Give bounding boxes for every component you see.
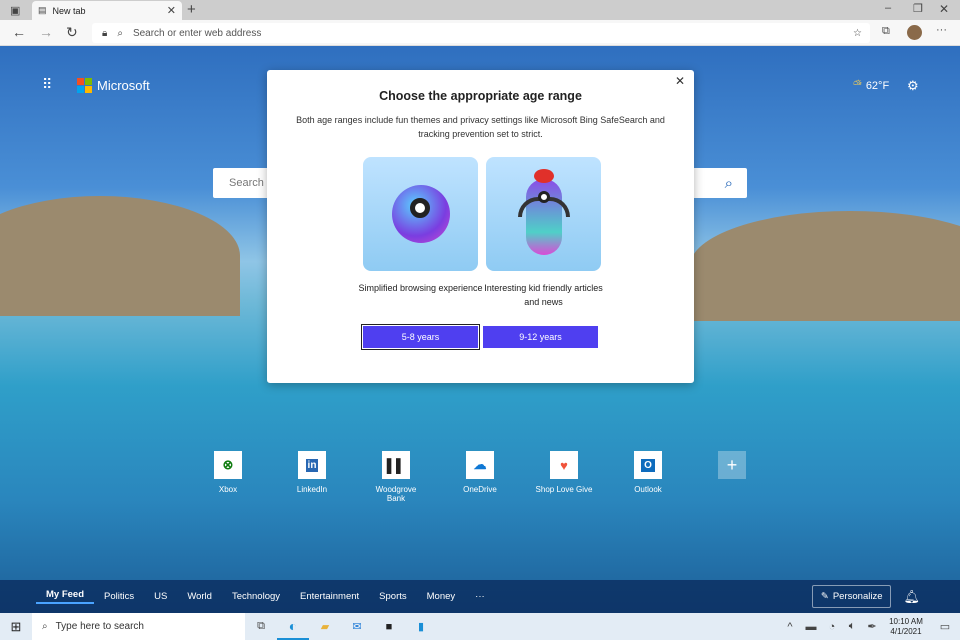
file-explorer-icon[interactable]: ▰ (309, 620, 341, 633)
search-icon: ⌕ (42, 621, 48, 632)
refresh-icon[interactable]: ↻ (66, 24, 78, 41)
heart-icon: ♥ (550, 451, 578, 479)
hill-right (690, 211, 960, 321)
search-icon: ⌕ (117, 27, 123, 39)
feed-tab-entertainment[interactable]: Entertainment (290, 591, 369, 602)
age-9-12-illustration[interactable] (486, 157, 601, 271)
more-icon[interactable]: ··· (936, 24, 947, 36)
outlook-icon: O (634, 451, 662, 479)
battery-icon[interactable]: ▬ (800, 621, 822, 633)
apps-grid-icon[interactable]: ⠿ (42, 76, 52, 93)
quick-link-shop-love-give[interactable]: ♥ Shop Love Give (534, 451, 594, 494)
show-hidden-icons[interactable]: ^ (780, 621, 800, 633)
collections-icon[interactable]: ⧉ (882, 25, 890, 38)
network-icon[interactable]: ◔ (822, 621, 842, 633)
quick-link-label: Woodgrove Bank (375, 485, 417, 503)
personalize-label: Personalize (832, 591, 883, 602)
close-tab-icon[interactable]: ✕ (167, 4, 176, 17)
dialog-title: Choose the appropriate age range (379, 89, 582, 103)
close-window-icon[interactable]: ✕ (939, 2, 949, 16)
clock-time: 10:10 AM (889, 616, 923, 626)
edge-icon[interactable]: ◐ (277, 613, 309, 640)
volume-icon[interactable]: 🔈︎ (842, 620, 862, 633)
add-quick-link-button[interactable]: + (702, 451, 762, 485)
taskbar: ⊞ ⌕ Type here to search ⧉ ◐ ▰ ✉ ■ ▮ ^ ▬ … (0, 613, 960, 640)
new-tab-icon[interactable]: + (187, 1, 196, 18)
feed-nav: My Feed Politics US World Technology Ent… (0, 580, 960, 613)
minimize-icon[interactable]: – (885, 2, 891, 14)
option-caption: Interesting kid friendly articles and ne… (484, 283, 603, 307)
clock-date: 4/1/2021 (890, 626, 922, 636)
quick-link-label: OneDrive (463, 485, 497, 494)
favorite-star-icon[interactable]: ☆ (853, 28, 862, 39)
age-range-dialog: ✕ Choose the appropriate age range Both … (267, 70, 694, 383)
partly-sunny-icon: ⛅︎ (853, 79, 862, 91)
feed-tab-my-feed[interactable]: My Feed (36, 589, 95, 604)
search-icon[interactable]: ⌕ (725, 175, 733, 192)
microsoft-logo[interactable]: Microsoft (77, 78, 150, 93)
feed-tab-world[interactable]: World (177, 591, 222, 602)
quick-link-xbox[interactable]: ⊗ Xbox (198, 451, 258, 494)
feed-tab-sports[interactable]: Sports (369, 591, 416, 602)
avatar[interactable] (907, 25, 922, 40)
tab-new-tab[interactable]: ▤ New tab ✕ (32, 1, 182, 20)
linkedin-icon: in (298, 451, 326, 479)
notifications-bell-icon[interactable]: 🔔︎ (903, 589, 920, 605)
microsoft-logo-icon (77, 78, 92, 93)
option-caption: Simplified browsing experience (358, 283, 483, 293)
tab-bar: ▣ ▤ New tab ✕ + – ❐ ✕ (0, 0, 960, 20)
store-icon[interactable]: ■ (373, 621, 405, 633)
clock[interactable]: 10:10 AM 4/1/2021 (882, 617, 930, 637)
age-5-8-button[interactable]: 5-8 years (361, 324, 480, 350)
plus-icon: + (718, 451, 746, 479)
hill-left (0, 196, 240, 316)
personalize-button[interactable]: ✎ Personalize (811, 585, 892, 608)
forward-icon[interactable]: → (39, 24, 53, 40)
quick-link-outlook[interactable]: O Outlook (618, 451, 678, 494)
quick-link-label: Xbox (218, 485, 238, 494)
dialog-description: Both age ranges include fun themes and p… (296, 115, 665, 139)
pen-icon[interactable]: ✒ (862, 620, 882, 633)
restore-icon[interactable]: ❐ (913, 2, 923, 15)
pencil-icon: ✎ (820, 591, 829, 602)
windows-start-icon[interactable]: ⊞ (0, 619, 32, 635)
settings-gear-icon[interactable]: ⚙ (907, 78, 919, 94)
feed-tab-technology[interactable]: Technology (222, 591, 290, 602)
feed-tab-politics[interactable]: Politics (94, 591, 144, 602)
quick-link-label: Shop Love Give (535, 485, 593, 494)
lock-icon: 🔒︎ (102, 27, 108, 39)
age-5-8-illustration[interactable] (363, 157, 478, 271)
task-view-icon[interactable]: ⧉ (245, 620, 277, 633)
quick-link-woodgrove-bank[interactable]: ▌▌ Woodgrove Bank (366, 451, 426, 503)
taskbar-search-input[interactable]: Type here to search (56, 621, 144, 632)
character-headphones-icon (518, 169, 570, 255)
xbox-icon: ⊗ (214, 451, 242, 479)
quick-link-label: LinkedIn (296, 485, 328, 494)
weather-temp: 62°F (865, 79, 890, 92)
feed-tab-money[interactable]: Money (417, 591, 466, 602)
age-9-12-button[interactable]: 9-12 years (483, 326, 598, 348)
mail-icon[interactable]: ✉ (341, 620, 373, 633)
address-bar[interactable]: 🔒︎ ⌕ Search or enter web address ☆ (92, 23, 870, 43)
feed-tab-us[interactable]: US (144, 591, 177, 602)
toolbar: ← → ↻ 🔒︎ ⌕ Search or enter web address ☆… (0, 20, 960, 46)
onedrive-cloud-icon: ☁ (466, 451, 494, 479)
back-icon[interactable]: ← (12, 24, 26, 40)
address-input[interactable]: Search or enter web address (133, 28, 261, 39)
quick-link-onedrive[interactable]: ☁ OneDrive (450, 451, 510, 494)
action-center-icon[interactable]: ▭ (930, 620, 960, 633)
quick-link-linkedin[interactable]: in LinkedIn (282, 451, 342, 494)
tab-title: New tab (52, 5, 86, 16)
close-dialog-icon[interactable]: ✕ (675, 74, 685, 88)
brand-text: Microsoft (97, 78, 150, 93)
weather-widget[interactable]: ⛅︎ 62°F (853, 79, 889, 92)
feed-more-button[interactable]: ··· (465, 591, 495, 602)
quick-link-label: Outlook (634, 485, 662, 494)
character-ball-icon (392, 185, 450, 243)
page-icon: ▤ (38, 5, 47, 15)
phone-icon[interactable]: ▮ (405, 620, 437, 633)
tab-actions-icon[interactable]: ▣ (10, 4, 20, 17)
taskbar-search[interactable]: ⌕ Type here to search (32, 613, 245, 640)
woodgrove-bank-icon: ▌▌ (382, 451, 410, 479)
